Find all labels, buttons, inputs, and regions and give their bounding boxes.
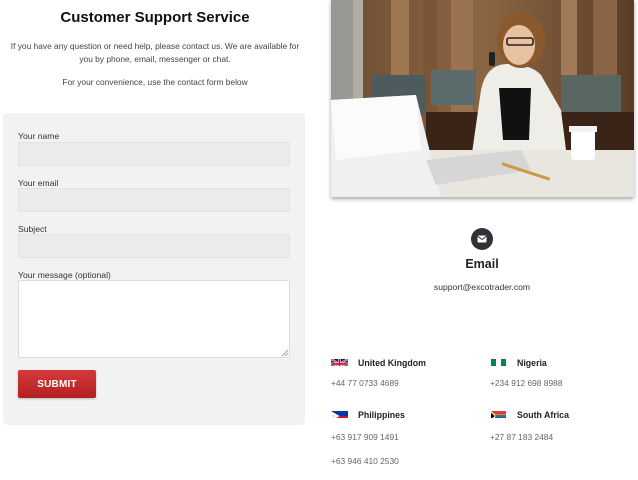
name-label: Your name — [18, 131, 60, 141]
convenience-text: For your convenience, use the contact fo… — [62, 77, 248, 87]
email-title: Email — [465, 257, 499, 271]
office-phone: +63 946 410 2530 — [331, 456, 399, 466]
office-phone: +27 87 183 2484 — [490, 432, 554, 442]
email-address-link[interactable]: support@excotrader.com — [400, 282, 564, 292]
support-agent-photo — [331, 0, 634, 197]
envelope-icon — [471, 228, 493, 250]
email-label: Your email — [18, 178, 59, 188]
office-country: Nigeria — [517, 358, 547, 368]
office-phone: +63 917 909 1491 — [331, 432, 399, 442]
message-label: Your message (optional) — [18, 270, 111, 280]
resize-grip-icon[interactable] — [281, 349, 289, 357]
nigeria-flag-icon — [490, 356, 507, 366]
subject-input[interactable] — [18, 234, 290, 258]
office-phone: +234 912 698 8988 — [490, 378, 563, 388]
office-country: Philippines — [358, 410, 405, 420]
office-phone: +44 77 0733 4689 — [331, 378, 399, 388]
name-input[interactable] — [18, 142, 290, 166]
intro-text: If you have any question or need help, p… — [10, 41, 300, 64]
subject-label: Subject — [18, 224, 47, 234]
message-textarea[interactable] — [18, 280, 290, 358]
page-title: Customer Support Service — [60, 9, 250, 26]
philippines-flag-icon — [331, 408, 348, 418]
submit-button[interactable]: SUBMIT — [18, 370, 96, 398]
email-input[interactable] — [18, 188, 290, 212]
south-africa-flag-icon — [490, 408, 507, 418]
office-country: United Kingdom — [358, 358, 426, 368]
office-country: South Africa — [517, 410, 569, 420]
uk-flag-icon — [331, 356, 348, 366]
contact-form: Your name Your email Subject Your messag… — [3, 113, 305, 425]
